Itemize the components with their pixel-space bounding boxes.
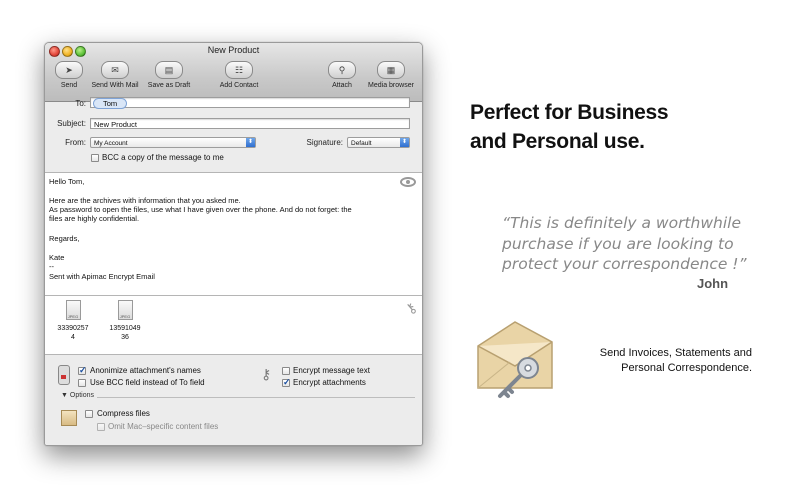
options-panel: Anonimize attachment's names Use BCC fie…	[45, 355, 422, 445]
signature-label: Signature:	[306, 138, 343, 147]
quote-line: “This is definitely a worthwhile	[502, 214, 741, 232]
headline: Perfect for Business and Personal use.	[470, 98, 669, 156]
to-label: To:	[75, 99, 86, 108]
bcc-copy-checkbox[interactable]	[91, 154, 99, 162]
save-as-draft-label: Save as Draft	[147, 82, 191, 89]
jpeg-file-icon: JPEG	[117, 300, 133, 320]
chevron-updown-icon: ⬍	[246, 138, 255, 147]
address-book-icon: ☷	[225, 61, 253, 79]
recipient-token[interactable]: Tom	[93, 98, 128, 109]
quote-line: protect your correspondence !”	[502, 255, 747, 273]
draft-icon: ▤	[155, 61, 183, 79]
subject-label: Subject:	[57, 119, 86, 128]
attachment-item[interactable]: JPEG 33390257 4	[53, 300, 93, 342]
to-field[interactable]: Tom	[90, 97, 410, 109]
quote-line: purchase if you are looking to	[502, 234, 734, 253]
tagline: Send Invoices, Statements and Personal C…	[600, 346, 752, 376]
anonimize-checkbox[interactable]	[78, 365, 87, 376]
paperclip-icon: ⚲	[328, 61, 356, 79]
triangle-down-icon: ▼	[61, 392, 68, 399]
attachment-name: 33390257 4	[53, 324, 93, 342]
attachment-item[interactable]: JPEG 13591049 36	[105, 300, 145, 342]
body-line: files are highly confidential.	[49, 214, 140, 223]
tagline-line: Send Invoices, Statements and	[599, 347, 752, 359]
attach-button[interactable]: ⚲ Attach	[325, 61, 359, 99]
compress-label: Compress files	[97, 409, 150, 418]
media-browser-button[interactable]: ▦ Media browser	[363, 61, 419, 99]
file-type: JPEG	[67, 314, 79, 319]
compress-checkbox[interactable]	[85, 410, 93, 418]
anonymize-icon	[58, 365, 70, 385]
bcc-copy-label: BCC a copy of the message to me	[102, 153, 224, 162]
bcc-field-checkbox[interactable]	[78, 379, 86, 387]
send-icon: ➤	[55, 61, 83, 79]
key-icon: ⚷	[261, 366, 272, 382]
options-divider	[97, 397, 415, 398]
message-body[interactable]: Hello Tom, Here are the archives with in…	[45, 173, 422, 296]
eye-icon[interactable]	[400, 177, 416, 187]
window-title: New Product	[207, 45, 260, 55]
key-icon: ⚷	[401, 298, 420, 318]
file-type: JPEG	[119, 314, 131, 319]
media-browser-label: Media browser	[368, 82, 414, 89]
send-button[interactable]: ➤ Send	[53, 61, 85, 99]
options-label: Options	[69, 392, 95, 399]
message-header: To: Tom Subject: New Product From: My Ac…	[45, 97, 422, 173]
encrypt-attachments-checkbox[interactable]	[282, 377, 291, 388]
send-with-mail-label: Send With Mail	[91, 82, 139, 89]
add-contact-label: Add Contact	[219, 82, 259, 89]
body-line: Regards,	[49, 234, 80, 243]
media-browser-icon: ▦	[377, 61, 405, 79]
body-line: --	[49, 262, 54, 271]
body-line: Hello Tom,	[49, 177, 85, 186]
compress-box-icon	[61, 410, 77, 426]
encrypt-attachments-label: Encrypt attachments	[293, 378, 366, 387]
save-as-draft-button[interactable]: ▤ Save as Draft	[145, 61, 193, 99]
omit-mac-label: Omit Mac–specific content files	[108, 422, 219, 431]
signature-select[interactable]: Default ⬍	[347, 137, 410, 148]
attachment-name: 13591049 36	[105, 324, 145, 342]
options-disclosure[interactable]: ▼ Options	[61, 392, 94, 399]
testimonial-quote: “This is definitely a worthwhile purchas…	[502, 213, 747, 275]
headline-line: and Personal use.	[470, 130, 645, 153]
encrypt-text-label: Encrypt message text	[293, 366, 370, 375]
attach-label: Attach	[332, 82, 352, 89]
attachment-name-line: 36	[121, 334, 129, 341]
encrypt-text-checkbox[interactable]	[282, 367, 290, 375]
title-bar: New Product ➤ Send ✉ Send With Mail ▤ Sa…	[45, 43, 422, 102]
quote-author: John	[697, 276, 729, 291]
from-select[interactable]: My Account ⬍	[90, 137, 256, 148]
mail-icon: ✉	[101, 61, 129, 79]
envelope-key-icon	[477, 321, 553, 398]
send-with-mail-button[interactable]: ✉ Send With Mail	[89, 61, 141, 99]
attachments-area: JPEG 33390257 4 JPEG 13591049 36 ⚷	[45, 296, 422, 355]
attachment-name-line: 4	[71, 334, 75, 341]
subject-field[interactable]: New Product	[90, 118, 410, 129]
body-line: Sent with Apimac Encrypt Email	[49, 272, 155, 281]
send-label: Send	[60, 82, 78, 89]
jpeg-file-icon: JPEG	[65, 300, 81, 320]
tagline-line: Personal Correspondence.	[621, 362, 752, 374]
attachment-name-line: 13591049	[109, 325, 141, 332]
from-value: My Account	[94, 140, 128, 147]
attachment-name-line: 33390257	[57, 325, 89, 332]
bcc-field-label: Use BCC field instead of To field	[90, 378, 205, 387]
omit-mac-checkbox[interactable]	[97, 423, 105, 431]
signature-value: Default	[351, 140, 372, 147]
chevron-updown-icon: ⬍	[400, 138, 409, 147]
add-contact-button[interactable]: ☷ Add Contact	[215, 61, 263, 99]
anonimize-label: Anonimize attachment's names	[90, 366, 201, 375]
from-label: From:	[65, 138, 86, 147]
headline-line: Perfect for Business	[470, 101, 669, 124]
compose-window: New Product ➤ Send ✉ Send With Mail ▤ Sa…	[44, 42, 423, 446]
